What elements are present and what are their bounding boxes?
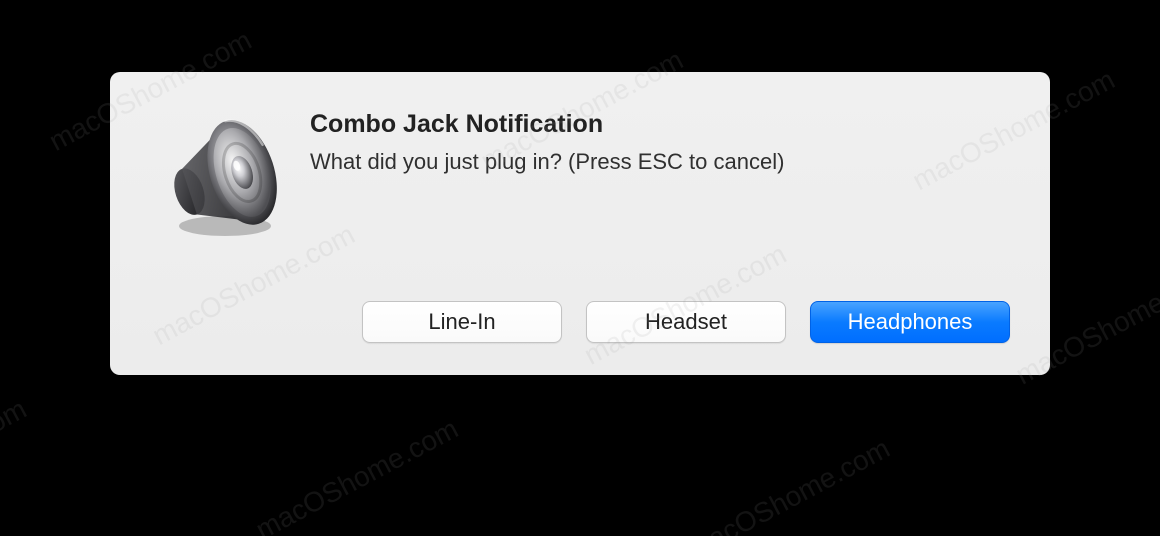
dialog-message: What did you just plug in? (Press ESC to… xyxy=(310,149,1010,175)
dialog-button-row: Line-In Headset Headphones xyxy=(150,301,1010,343)
speaker-icon xyxy=(155,108,295,253)
line-in-button[interactable]: Line-In xyxy=(362,301,562,343)
button-label: Line-In xyxy=(428,309,495,335)
button-label: Headphones xyxy=(848,309,973,335)
headset-button[interactable]: Headset xyxy=(586,301,786,343)
dialog-icon-wrap xyxy=(150,108,300,253)
headphones-button[interactable]: Headphones xyxy=(810,301,1010,343)
combo-jack-dialog: Combo Jack Notification What did you jus… xyxy=(110,72,1050,375)
dialog-title: Combo Jack Notification xyxy=(310,110,1010,139)
button-label: Headset xyxy=(645,309,727,335)
